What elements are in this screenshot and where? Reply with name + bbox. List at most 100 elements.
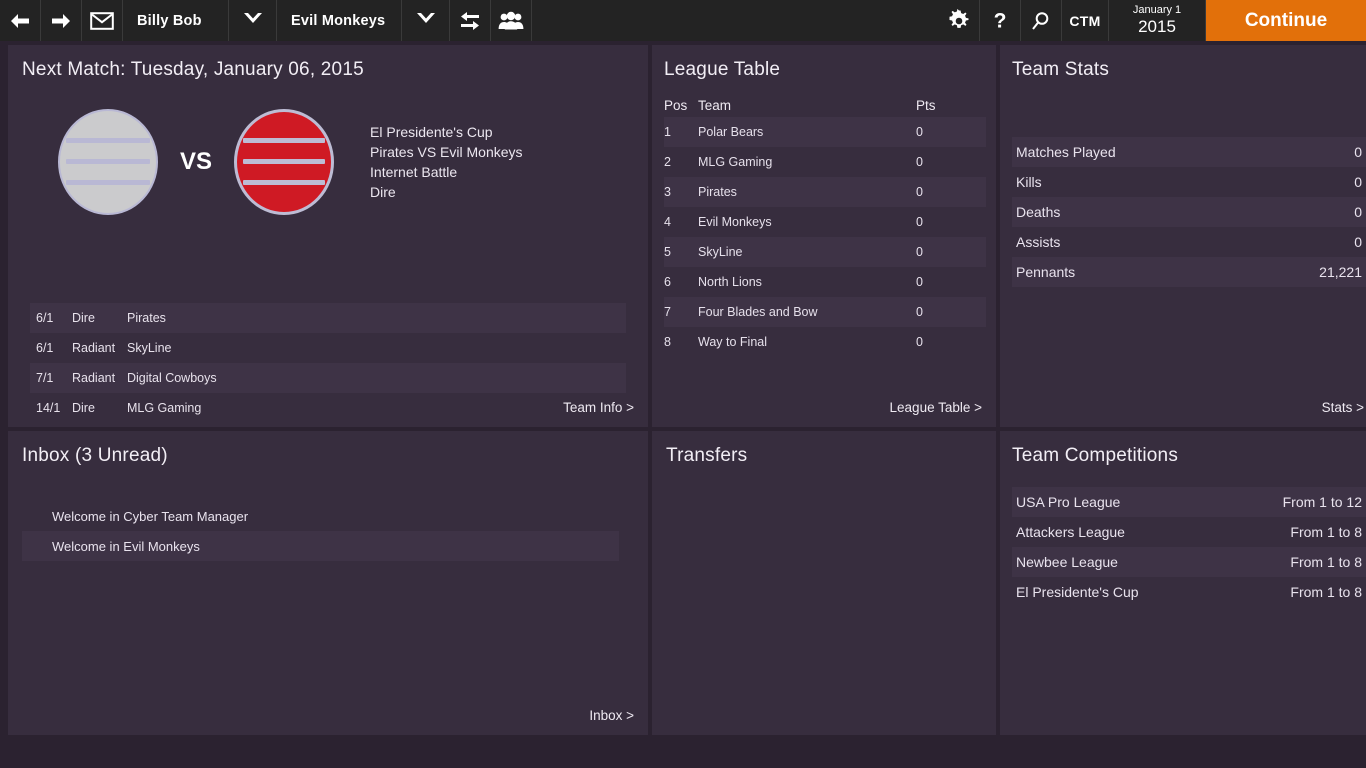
stat-value: 0 [1354, 144, 1362, 160]
match-venue: Internet Battle [370, 164, 458, 180]
column-header-pos: Pos [664, 97, 688, 113]
vs-label: VS [180, 148, 213, 175]
odds-side: Dire [72, 311, 95, 325]
game-date-day: January 1 [1132, 4, 1182, 17]
table-row[interactable]: 4 Evil Monkeys 0 [664, 207, 986, 237]
magnifier-icon [1030, 10, 1052, 32]
odds-team: MLG Gaming [127, 401, 202, 415]
list-item[interactable]: Welcome in Evil Monkeys [22, 531, 619, 561]
odds-row[interactable]: 7/1 Radiant Digital Cowboys [30, 363, 626, 393]
table-row[interactable]: 2 MLG Gaming 0 [664, 147, 986, 177]
gear-icon [947, 8, 971, 33]
competition-label: Attackers League [1016, 524, 1125, 540]
arrow-right-icon [49, 11, 73, 31]
team-stats-list: Matches Played 0 Kills 0 Deaths 0 Assist… [1012, 137, 1366, 287]
table-row[interactable]: 5 SkyLine 0 [664, 237, 986, 267]
stat-label: Kills [1016, 174, 1042, 190]
squad-button[interactable] [491, 0, 532, 41]
odds-team: Pirates [127, 311, 166, 325]
odds-table: 6/1 Dire Pirates 6/1 Radiant SkyLine 7/1… [30, 303, 626, 423]
inbox-message-list: Welcome in Cyber Team Manager Welcome in… [22, 501, 634, 561]
game-date: January 1 2015 [1109, 0, 1206, 41]
row-position: 5 [664, 245, 671, 259]
competition-row[interactable]: El Presidente's Cup From 1 to 8 [1012, 577, 1366, 607]
team-dropdown-button[interactable] [402, 0, 450, 41]
row-team: North Lions [698, 275, 762, 289]
transfers-button[interactable] [450, 0, 491, 41]
continue-button[interactable]: Continue [1206, 0, 1366, 41]
dashboard-grid: Next Match: Tuesday, January 06, 2015 VS… [0, 41, 1366, 736]
match-info: El Presidente's Cup Pirates VS Evil Monk… [370, 122, 523, 202]
search-button[interactable] [1021, 0, 1062, 41]
svg-text:?: ? [994, 9, 1007, 32]
crest-stripe [65, 158, 151, 164]
stat-label: Assists [1016, 234, 1061, 250]
competition-row[interactable]: Attackers League From 1 to 8 [1012, 517, 1366, 547]
row-position: 2 [664, 155, 671, 169]
forward-button[interactable] [41, 0, 82, 41]
crest-stripe [65, 180, 151, 186]
table-row[interactable]: 8 Way to Final 0 [664, 327, 986, 357]
odds-side: Radiant [72, 371, 116, 385]
list-item[interactable]: Welcome in Cyber Team Manager [22, 501, 634, 531]
stat-label: Matches Played [1016, 144, 1116, 160]
stat-row: Assists 0 [1012, 227, 1366, 257]
row-team: MLG Gaming [698, 155, 773, 169]
inbox-title: Inbox (3 Unread) [22, 445, 168, 466]
row-points: 0 [916, 335, 923, 349]
competition-range: From 1 to 8 [1290, 524, 1362, 540]
odds-row[interactable]: 6/1 Radiant SkyLine [30, 333, 626, 363]
odds-side: Radiant [72, 341, 116, 355]
team-info-link[interactable]: Team Info > [563, 400, 634, 415]
stat-row: Matches Played 0 [1012, 137, 1366, 167]
inbox-link[interactable]: Inbox > [589, 708, 634, 723]
stat-label: Pennants [1016, 264, 1076, 280]
people-icon [498, 11, 524, 31]
message-subject: Welcome in Evil Monkeys [52, 538, 200, 554]
stat-value: 0 [1354, 234, 1362, 250]
competition-label: El Presidente's Cup [1016, 584, 1139, 600]
chevron-down-icon [242, 11, 264, 30]
crest-stripe [242, 180, 326, 185]
team-competitions-panel: Team Competitions USA Pro League From 1 … [1000, 431, 1366, 735]
league-table-link[interactable]: League Table > [890, 400, 982, 415]
competition-label: Newbee League [1016, 554, 1118, 570]
manager-name[interactable]: Billy Bob [123, 0, 229, 41]
transfers-panel: Transfers [652, 431, 996, 735]
ctm-logo[interactable]: CTM [1062, 0, 1109, 41]
envelope-icon [90, 11, 114, 30]
next-match-title: Next Match: Tuesday, January 06, 2015 [22, 59, 364, 80]
row-team: Polar Bears [698, 125, 764, 139]
table-row[interactable]: 1 Polar Bears 0 [664, 117, 986, 147]
match-fixture: Pirates VS Evil Monkeys [370, 144, 523, 160]
next-match-panel: Next Match: Tuesday, January 06, 2015 VS… [8, 45, 648, 427]
row-points: 0 [916, 125, 923, 139]
odds-value: 14/1 [36, 401, 61, 415]
row-points: 0 [916, 155, 923, 169]
competition-row[interactable]: Newbee League From 1 to 8 [1012, 547, 1366, 577]
league-table-panel: League Table Pos Team Pts 1 Polar Bears … [652, 45, 996, 427]
help-button[interactable]: ? [980, 0, 1021, 41]
row-position: 3 [664, 185, 671, 199]
team-competitions-list: USA Pro League From 1 to 12 Attackers Le… [1012, 487, 1366, 607]
back-button[interactable] [0, 0, 41, 41]
odds-side: Dire [72, 401, 95, 415]
team-name[interactable]: Evil Monkeys [277, 0, 402, 41]
league-table-header: Pos Team Pts [664, 93, 986, 117]
competition-row[interactable]: USA Pro League From 1 to 12 [1012, 487, 1366, 517]
stats-link[interactable]: Stats > [1322, 400, 1364, 415]
inbox-button[interactable] [82, 0, 123, 41]
stat-label: Deaths [1016, 204, 1061, 220]
odds-row[interactable]: 6/1 Dire Pirates [30, 303, 626, 333]
settings-button[interactable] [939, 0, 980, 41]
odds-row[interactable]: 14/1 Dire MLG Gaming [30, 393, 626, 423]
match-crests-row: VS El Presidente's Cup Pirates VS Evil M… [22, 103, 634, 221]
row-team: SkyLine [698, 245, 743, 259]
table-row[interactable]: 3 Pirates 0 [664, 177, 986, 207]
table-row[interactable]: 6 North Lions 0 [664, 267, 986, 297]
row-position: 8 [664, 335, 671, 349]
row-position: 1 [664, 125, 671, 139]
manager-dropdown-button[interactable] [229, 0, 277, 41]
competition-range: From 1 to 8 [1290, 584, 1362, 600]
table-row[interactable]: 7 Four Blades and Bow 0 [664, 297, 986, 327]
